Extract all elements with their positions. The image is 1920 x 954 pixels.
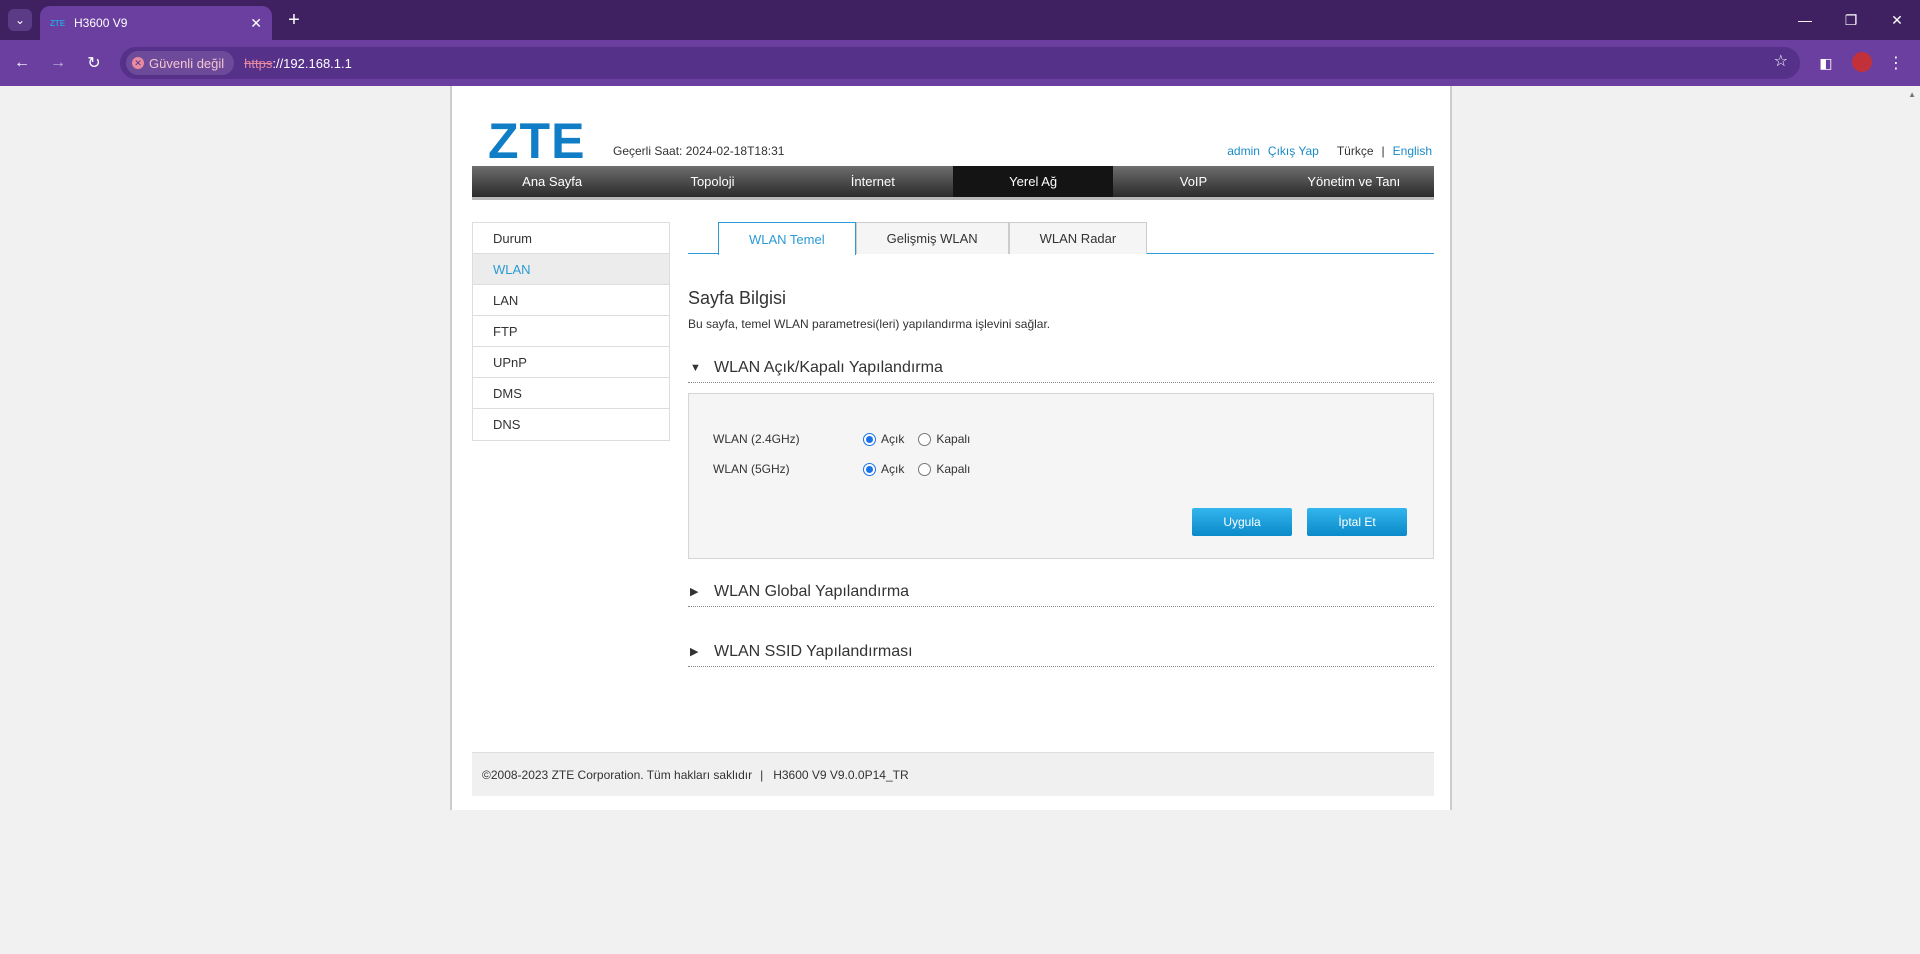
page-footer: ©2008-2023 ZTE Corporation. Tüm hakları … (472, 752, 1434, 796)
new-tab-button[interactable]: + (282, 8, 306, 32)
wlan-24-label: WLAN (2.4GHz) (713, 432, 800, 446)
warning-icon: ✕ (132, 57, 144, 69)
nav-internet[interactable]: İnternet (793, 166, 953, 197)
logout-link[interactable]: Çıkış Yap (1268, 144, 1319, 158)
url-text[interactable]: https://192.168.1.1 (244, 56, 352, 71)
sidebar-item-upnp[interactable]: UPnP (473, 347, 669, 378)
section-header-global[interactable]: ▶ WLAN Global Yapılandırma (688, 577, 1434, 607)
zte-logo: ZTE (488, 113, 586, 169)
browser-toolbar: ← → ↻ ✕ Güvenli değil https://192.168.1.… (0, 40, 1920, 86)
close-window-button[interactable]: ✕ (1874, 0, 1920, 40)
firmware-version: H3600 V9 V9.0.0P14_TR (773, 767, 909, 782)
copyright-text: ©2008-2023 ZTE Corporation. Tüm hakları … (482, 767, 753, 782)
section-title-ssid: WLAN SSID Yapılandırması (714, 642, 913, 660)
language-separator: | (1381, 144, 1385, 158)
main-navigation: Ana Sayfa Topoloji İnternet Yerel Ağ VoI… (472, 166, 1434, 200)
bookmark-star-icon[interactable]: ☆ (1774, 51, 1788, 71)
header-links: admin Çıkış Yap Türkçe | English (1227, 144, 1432, 158)
close-icon[interactable]: ✕ (250, 15, 262, 32)
sidebar-item-status[interactable]: Durum (473, 223, 669, 254)
wlan-24-off-option[interactable]: Kapalı (918, 432, 970, 446)
nav-voip[interactable]: VoIP (1113, 166, 1273, 197)
section-title-global: WLAN Global Yapılandırma (714, 582, 910, 600)
security-chip[interactable]: ✕ Güvenli değil (126, 51, 235, 75)
triangle-right-icon: ▶ (690, 646, 699, 658)
apply-button[interactable]: Uygula (1192, 508, 1292, 536)
sidebar-item-dns[interactable]: DNS (473, 409, 669, 440)
triangle-down-icon: ▼ (690, 361, 701, 374)
cancel-button[interactable]: İptal Et (1307, 508, 1407, 536)
url-host: ://192.168.1.1 (272, 55, 352, 71)
arrow-left-icon: ← (14, 54, 30, 71)
user-link[interactable]: admin (1227, 144, 1260, 158)
restore-button[interactable]: ❐ (1828, 0, 1874, 40)
current-time: Geçerli Saat: 2024-02-18T18:31 (613, 144, 785, 158)
nav-management[interactable]: Yönetim ve Tanı (1274, 166, 1434, 197)
minimize-button[interactable]: — (1782, 0, 1828, 40)
wlan-5-on-label: Açık (881, 462, 905, 476)
tab-search-button[interactable]: ⌄ (8, 9, 32, 31)
address-bar[interactable]: ✕ Güvenli değil https://192.168.1.1 ☆ (120, 47, 1800, 79)
forward-button[interactable]: → (46, 51, 70, 75)
router-page: ZTE Geçerli Saat: 2024-02-18T18:31 admin… (450, 86, 1452, 810)
reload-icon: ↻ (87, 55, 101, 72)
tab-wlan-radar[interactable]: WLAN Radar (1008, 222, 1148, 254)
browser-tab[interactable]: ZTE H3600 V9 ✕ (40, 6, 272, 40)
close-icon: ✕ (1891, 11, 1903, 28)
arrow-right-icon: → (50, 54, 66, 71)
wlan-24-on-label: Açık (881, 432, 905, 446)
minimize-icon: — (1798, 12, 1812, 28)
sidebar-item-dms[interactable]: DMS (473, 378, 669, 409)
page-description: Bu sayfa, temel WLAN parametresi(leri) y… (688, 317, 1051, 331)
wlan-5-on-option[interactable]: Açık (863, 462, 904, 476)
wlan-24-on-radio[interactable] (863, 432, 876, 446)
footer-separator: | (760, 767, 764, 782)
onoff-panel: WLAN (2.4GHz) Açık Kapalı WLAN (5GHz) Aç… (688, 393, 1434, 559)
tab-wlan-advanced[interactable]: Gelişmiş WLAN (855, 222, 1009, 254)
window-controls: — ❐ ✕ (1782, 0, 1920, 40)
back-button[interactable]: ← (10, 51, 34, 75)
sidebar-item-ftp[interactable]: FTP (473, 316, 669, 347)
language-english-link[interactable]: English (1393, 144, 1432, 158)
section-title-onoff: WLAN Açık/Kapalı Yapılandırma (714, 358, 943, 376)
wlan-5-row: WLAN (5GHz) Açık Kapalı (713, 462, 984, 476)
security-label: Güvenli değil (149, 55, 225, 71)
section-header-ssid[interactable]: ▶ WLAN SSID Yapılandırması (688, 637, 1434, 667)
tab-wlan-basic[interactable]: WLAN Temel (718, 222, 856, 255)
sidebar-item-wlan[interactable]: WLAN (473, 254, 669, 285)
wlan-5-off-label: Kapalı (936, 462, 971, 476)
menu-dots-icon[interactable]: ⋮ (1886, 51, 1906, 75)
nav-home[interactable]: Ana Sayfa (472, 166, 632, 197)
wlan-5-on-radio[interactable] (863, 462, 876, 476)
wlan-24-off-label: Kapalı (936, 432, 971, 446)
zte-favicon-icon: ZTE (50, 18, 66, 28)
wlan-5-off-radio[interactable] (918, 462, 932, 476)
restore-icon: ❐ (1844, 11, 1858, 28)
sidebar-item-lan[interactable]: LAN (473, 285, 669, 316)
side-panel-icon[interactable]: ◧ (1814, 51, 1838, 75)
url-scheme: https (244, 55, 273, 71)
triangle-right-icon: ▶ (690, 586, 699, 598)
wlan-24-on-option[interactable]: Açık (863, 432, 904, 446)
scroll-up-arrow-icon[interactable]: ▲ (1908, 90, 1916, 99)
wlan-5-label: WLAN (5GHz) (713, 462, 790, 476)
browser-titlebar: ⌄ ZTE H3600 V9 ✕ + — ❐ ✕ (0, 0, 1920, 40)
section-header-onoff[interactable]: ▼ WLAN Açık/Kapalı Yapılandırma (688, 353, 1434, 383)
wlan-24-off-radio[interactable] (918, 432, 932, 446)
sub-tabs: WLAN Temel Gelişmiş WLAN WLAN Radar (688, 222, 1434, 255)
chevron-down-icon: ⌄ (14, 13, 26, 27)
page-title: Sayfa Bilgisi (688, 288, 787, 308)
profile-avatar[interactable] (1852, 52, 1872, 72)
side-menu: Durum WLAN LAN FTP UPnP DMS DNS (472, 222, 670, 441)
language-current: Türkçe (1336, 144, 1374, 158)
reload-button[interactable]: ↻ (82, 51, 106, 75)
nav-local-network[interactable]: Yerel Ağ (952, 166, 1114, 197)
tab-title: H3600 V9 (74, 16, 128, 30)
wlan-24-row: WLAN (2.4GHz) Açık Kapalı (713, 432, 984, 446)
wlan-5-off-option[interactable]: Kapalı (918, 462, 970, 476)
plus-icon: + (288, 8, 300, 31)
main-content: WLAN Temel Gelişmiş WLAN WLAN Radar Sayf… (688, 222, 1434, 667)
nav-topology[interactable]: Topoloji (632, 166, 792, 197)
